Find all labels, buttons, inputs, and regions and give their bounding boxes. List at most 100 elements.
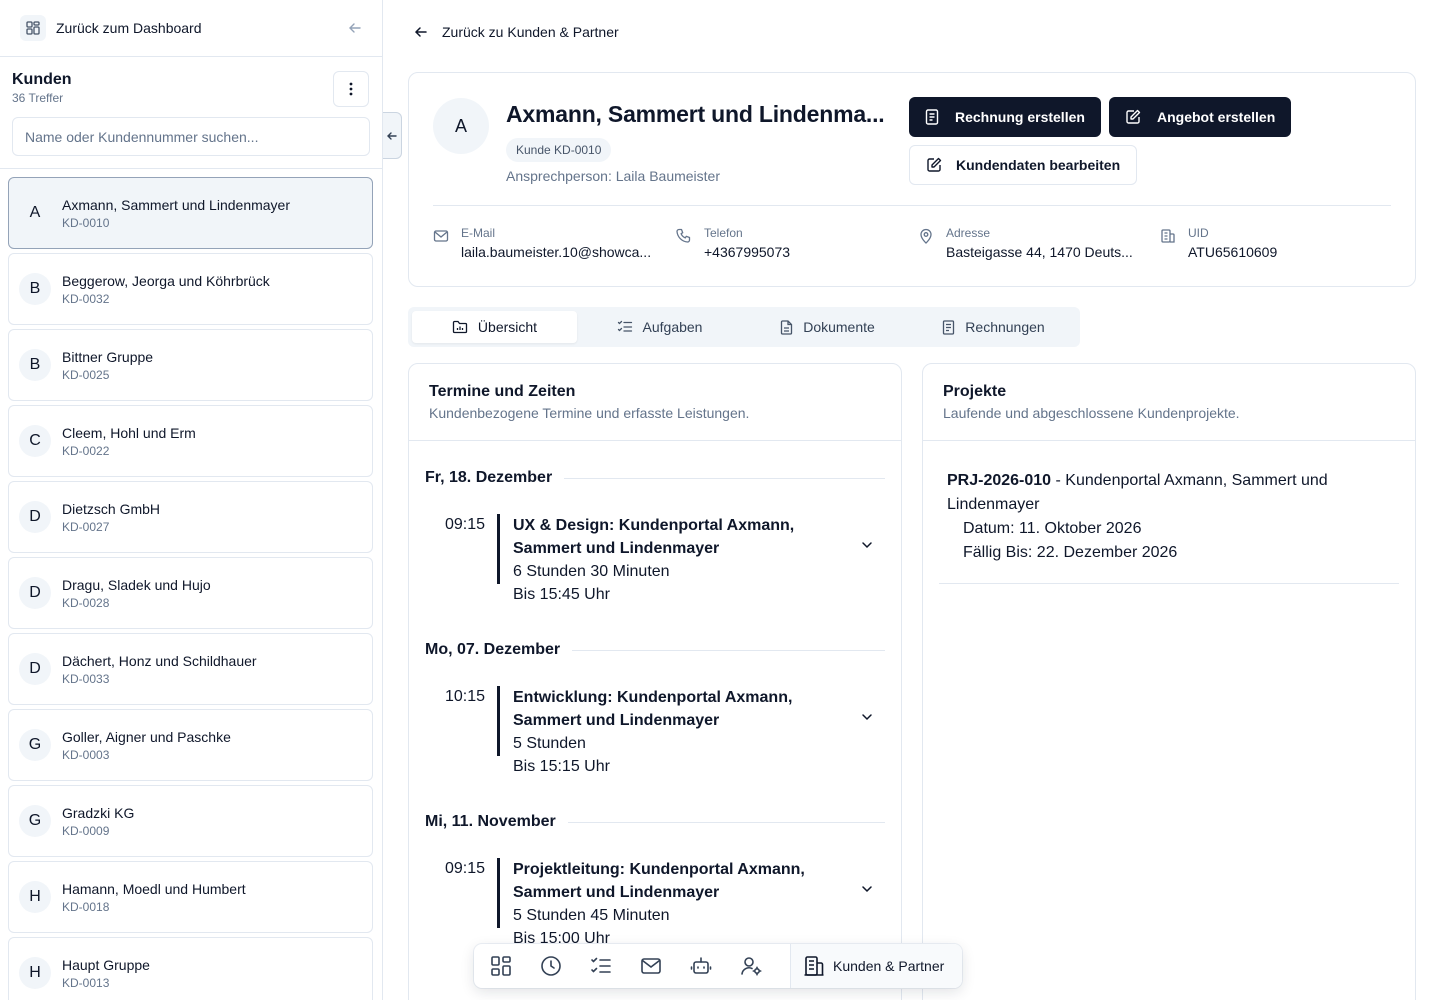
event-title: Entwicklung: Kundenportal Axmann, Sammer… — [513, 689, 793, 729]
tab-overview[interactable]: Übersicht — [412, 311, 577, 343]
customer-search-input[interactable] — [12, 117, 370, 156]
appointment-day: Fr, 18. Dezember 09:15 UX & Design: Kund… — [409, 441, 901, 613]
projects-title: Projekte — [943, 383, 1007, 400]
tab-tasks[interactable]: Aufgaben — [577, 311, 742, 343]
dock-time-button[interactable] — [540, 944, 590, 988]
customer-number: KD-0009 — [62, 823, 110, 838]
event-until: Bis 15:45 Uhr — [513, 586, 610, 603]
customer-list-item[interactable]: B Bittner Gruppe KD-0025 — [8, 329, 373, 401]
create-offer-label: Angebot erstellen — [1157, 109, 1276, 125]
dock-mail-button[interactable] — [640, 944, 690, 988]
dock-assistant-button[interactable] — [690, 944, 740, 988]
customer-number: KD-0010 — [62, 215, 110, 230]
customer-sidebar: Zurück zum Dashboard Kunden 36 Treffer A… — [0, 0, 383, 1000]
tab-invoices[interactable]: Rechnungen — [911, 311, 1076, 343]
customer-name: Bittner Gruppe — [62, 348, 154, 365]
customer-avatar: A — [29, 204, 41, 221]
edit-document-icon — [1126, 109, 1141, 124]
customer-list-item[interactable]: D Dietzsch GmbH KD-0027 — [8, 481, 373, 553]
phone-icon — [676, 228, 691, 243]
collapse-sidebar-icon[interactable] — [348, 21, 362, 35]
customer-list-item[interactable]: A Axmann, Sammert und Lindenmayer KD-0010 — [8, 177, 373, 249]
dock-customers-partners-button[interactable]: Kunden & Partner — [790, 944, 962, 988]
back-to-dashboard-link[interactable]: Zurück zum Dashboard — [56, 20, 348, 36]
expand-event-button[interactable] — [861, 541, 873, 549]
project-item[interactable]: PRJ-2026-010 - Kundenportal Axmann, Samm… — [939, 469, 1399, 584]
dock-dashboard-button[interactable] — [490, 944, 540, 988]
customer-avatar: G — [19, 729, 51, 761]
customer-list-item[interactable]: D Dragu, Sladek und Hujo KD-0028 — [8, 557, 373, 629]
project-separator: - — [1051, 472, 1066, 489]
tab-label: Dokumente — [803, 319, 875, 335]
customer-list-item[interactable]: D Dächert, Honz und Schildhauer KD-0033 — [8, 633, 373, 705]
customer-name: Dragu, Sladek und Hujo — [62, 576, 211, 593]
sidebar-top-bar[interactable]: Zurück zum Dashboard — [0, 0, 382, 57]
building-icon — [1161, 229, 1175, 243]
more-options-button[interactable] — [333, 71, 369, 107]
customer-avatar-large: A — [433, 98, 489, 154]
task-list-icon — [591, 957, 611, 973]
back-link-label: Zurück zu Kunden & Partner — [442, 24, 619, 40]
folder-chart-icon — [452, 320, 468, 334]
customer-list-item[interactable]: H Haupt Gruppe KD-0013 — [8, 937, 373, 1000]
result-count: 36 Treffer — [12, 91, 64, 105]
customer-name: Beggerow, Jeorga und Köhrbrück — [62, 272, 270, 289]
dock-tasks-button[interactable] — [590, 944, 640, 988]
event-time: 09:15 — [445, 516, 486, 533]
appointment-day: Mi, 11. November 09:15 Projektleitung: K… — [409, 785, 901, 957]
kebab-menu-icon — [349, 82, 353, 96]
email-value[interactable]: laila.baumeister.10@showca... — [461, 244, 651, 260]
expand-event-button[interactable] — [861, 885, 873, 893]
back-to-customers-link[interactable]: Zurück zu Kunden & Partner — [414, 24, 619, 40]
event-title: Projektleitung: Kundenportal Axmann, Sam… — [513, 861, 805, 901]
customer-name: Dietzsch GmbH — [62, 500, 161, 517]
event-duration: 6 Stunden 30 Minuten — [513, 563, 670, 580]
customer-number: KD-0033 — [62, 671, 110, 686]
customer-name: Cleem, Hohl und Erm — [62, 424, 196, 441]
phone-value[interactable]: +4367995073 — [704, 244, 790, 260]
customer-detail: Zurück zu Kunden & Partner A Axmann, Sam… — [384, 0, 1440, 1000]
bottom-dock: Kunden & Partner — [474, 944, 962, 988]
customer-list-item[interactable]: C Cleem, Hohl und Erm KD-0022 — [8, 405, 373, 477]
customer-number: KD-0022 — [62, 443, 110, 458]
customer-list-item[interactable]: B Beggerow, Jeorga und Köhrbrück KD-0032 — [8, 253, 373, 325]
event-bar — [497, 514, 500, 584]
dock-user-settings-button[interactable] — [740, 944, 790, 988]
document-icon — [781, 319, 793, 335]
chevron-down-icon — [862, 886, 872, 893]
sidebar-header: Kunden 36 Treffer — [0, 57, 382, 169]
customer-number: KD-0018 — [62, 899, 110, 914]
tab-documents[interactable]: Dokumente — [745, 311, 910, 343]
customer-avatar: B — [19, 349, 51, 381]
event-details: Entwicklung: Kundenportal Axmann, Sammer… — [513, 686, 823, 778]
projects-panel: Projekte Laufende und abgeschlossene Kun… — [922, 363, 1416, 1000]
appointment-day: Mo, 07. Dezember 10:15 Entwicklung: Kund… — [409, 613, 901, 785]
tab-label: Übersicht — [477, 319, 538, 335]
event-title: UX & Design: Kundenportal Axmann, Sammer… — [513, 517, 795, 557]
create-invoice-label: Rechnung erstellen — [955, 109, 1085, 125]
customer-number: KD-0025 — [62, 367, 110, 382]
customer-avatar: B — [19, 273, 51, 305]
clock-icon — [541, 956, 561, 976]
address-value: Basteigasse 44, 1470 Deuts... — [946, 244, 1133, 260]
customer-number: KD-0032 — [62, 291, 110, 306]
projects-panel-header: Projekte Laufende und abgeschlossene Kun… — [923, 364, 1415, 441]
customer-list-item[interactable]: G Gradzki KG KD-0009 — [8, 785, 373, 857]
customer-number: KD-0028 — [62, 595, 110, 610]
customer-title: Axmann, Sammert und Lindenma... — [506, 101, 885, 127]
project-heading: PRJ-2026-010 - Kundenportal Axmann, Samm… — [947, 469, 1391, 517]
mail-icon — [641, 958, 661, 974]
customer-list-item[interactable]: G Goller, Aigner und Paschke KD-0003 — [8, 709, 373, 781]
create-offer-button[interactable]: Angebot erstellen — [1109, 97, 1292, 137]
customer-number: KD-0013 — [62, 975, 110, 990]
customer-list-item[interactable]: H Hamann, Moedl und Humbert KD-0018 — [8, 861, 373, 933]
expand-event-button[interactable] — [861, 713, 873, 721]
customer-avatar: H — [19, 957, 51, 989]
edit-customer-label: Kundendaten bearbeiten — [956, 157, 1121, 173]
edit-customer-button[interactable]: Kundendaten bearbeiten — [909, 145, 1138, 185]
user-settings-icon — [741, 957, 762, 976]
day-date: Mo, 07. Dezember — [425, 641, 573, 659]
event-time: 10:15 — [445, 688, 486, 705]
projects-subtitle: Laufende und abgeschlossene Kundenprojek… — [943, 405, 1240, 421]
create-invoice-button[interactable]: Rechnung erstellen — [909, 97, 1101, 137]
